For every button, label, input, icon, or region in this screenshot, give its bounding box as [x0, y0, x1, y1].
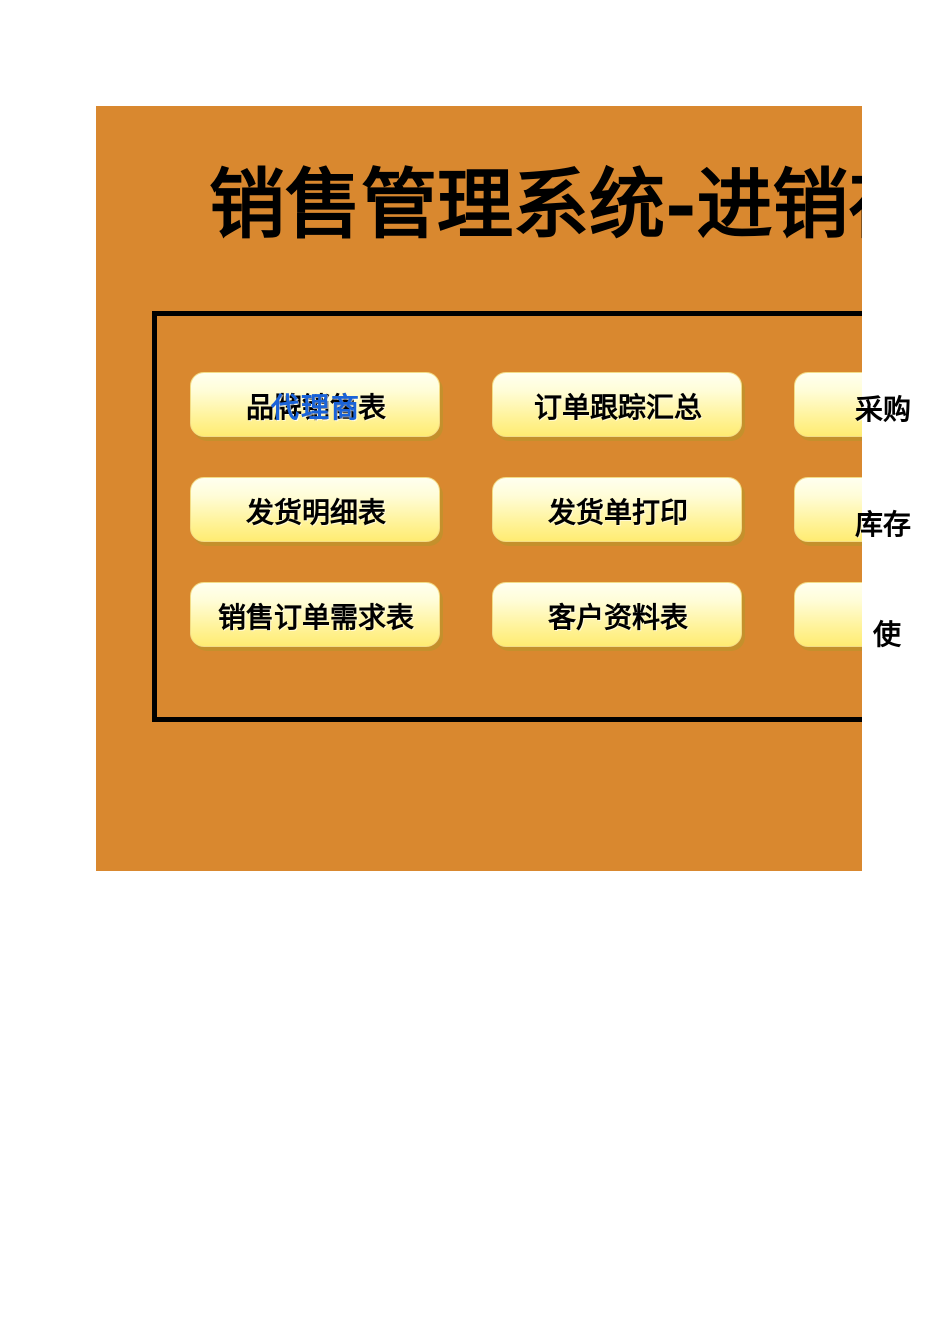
nav-button-label: 发货明细表 [245, 495, 386, 529]
nav-button-customer-profile-table[interactable]: 客户资料表 [492, 582, 742, 647]
nav-button-label: 发货单打印 [547, 495, 688, 529]
nav-button-label-usage: 使 [873, 618, 902, 651]
nav-button-delivery-note-print[interactable]: 发货单打印 [492, 477, 742, 542]
nav-button-overlay-label-agent: 代理商 [270, 390, 361, 424]
nav-button-label-inventory: 库存 [855, 508, 912, 541]
nav-button-purchase[interactable] [794, 372, 862, 437]
page-clip-viewport: 销售管理系统-进销存 品牌销售表 代理商 订单跟踪汇总 发货明细表 发货单打印 [0, 0, 862, 1337]
nav-button-order-tracking-summary[interactable]: 订单跟踪汇总 [492, 372, 742, 437]
navigation-button-grid: 品牌销售表 代理商 订单跟踪汇总 发货明细表 发货单打印 销售订单需求表 客户资… [190, 372, 862, 687]
nav-button-brand-sales-table[interactable]: 品牌销售表 代理商 [190, 372, 440, 437]
button-row-1: 品牌销售表 代理商 订单跟踪汇总 [190, 372, 862, 477]
page-title: 销售管理系统-进销存 [209, 160, 862, 249]
nav-button-label: 订单跟踪汇总 [533, 390, 702, 424]
nav-button-sales-order-requirement-table[interactable]: 销售订单需求表 [190, 582, 440, 647]
nav-button-inventory[interactable] [794, 477, 862, 542]
nav-button-shipment-detail-table[interactable]: 发货明细表 [190, 477, 440, 542]
nav-button-usage[interactable] [794, 582, 862, 647]
button-row-3: 销售订单需求表 客户资料表 [190, 582, 862, 687]
button-row-2: 发货明细表 发货单打印 [190, 477, 862, 582]
nav-button-label: 客户资料表 [547, 600, 688, 634]
nav-button-label: 销售订单需求表 [217, 600, 414, 634]
nav-button-label-purchase: 采购 [855, 393, 912, 426]
